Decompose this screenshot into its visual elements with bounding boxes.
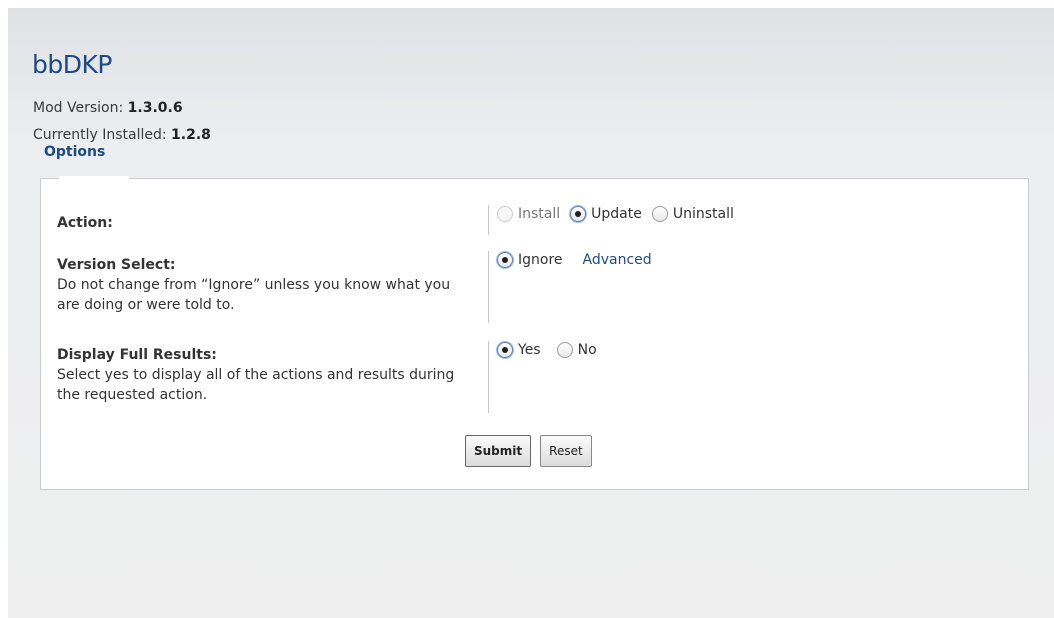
advanced-link[interactable]: Advanced	[583, 252, 652, 268]
installed-version: Currently Installed: 1.2.8	[33, 127, 211, 143]
update-label: Update	[591, 206, 642, 222]
action-option-uninstall[interactable]: Uninstall	[651, 206, 734, 222]
uninstall-radio[interactable]	[651, 206, 668, 222]
install-radio[interactable]	[497, 206, 513, 222]
tab-connector	[59, 176, 129, 180]
install-label: Install	[518, 206, 561, 222]
action-options: Install Update Uninstall	[497, 206, 744, 222]
mod-version-value: 1.3.0.6	[127, 100, 183, 116]
action-label: Action:	[57, 215, 113, 231]
divider	[488, 251, 489, 323]
full-results-help: Select yes to display all of the actions…	[57, 367, 455, 403]
version-select-label: Version Select:	[57, 257, 176, 273]
version-select-help: Do not change from “Ignore” unless you k…	[57, 277, 451, 313]
full-results-option-no[interactable]: No	[556, 342, 597, 358]
version-option-ignore[interactable]: Ignore	[497, 252, 563, 268]
mod-version: Mod Version: 1.3.0.6	[33, 100, 183, 116]
full-results-option-yes[interactable]: Yes	[497, 342, 541, 358]
divider	[488, 205, 489, 235]
ignore-radio[interactable]	[497, 252, 513, 268]
form-buttons: Submit Reset	[465, 435, 592, 467]
installed-version-label: Currently Installed:	[33, 127, 167, 143]
uninstall-label: Uninstall	[672, 206, 734, 222]
full-results-options: Yes No	[497, 342, 607, 358]
full-results-text: Display Full Results: Select yes to disp…	[57, 345, 477, 405]
tab-options[interactable]: Options	[44, 144, 105, 160]
yes-radio[interactable]	[497, 342, 513, 358]
no-radio[interactable]	[556, 342, 573, 358]
version-select-text: Version Select: Do not change from “Igno…	[57, 255, 477, 315]
yes-label: Yes	[518, 342, 541, 358]
reset-button[interactable]: Reset	[540, 435, 592, 467]
submit-button[interactable]: Submit	[465, 435, 532, 467]
mod-version-label: Mod Version:	[33, 100, 124, 116]
installed-version-value: 1.2.8	[171, 127, 211, 143]
full-results-label: Display Full Results:	[57, 347, 217, 363]
no-label: No	[577, 342, 597, 358]
options-form: Action: Install Update Uninstall Version…	[40, 178, 1029, 490]
page-title: bbDKP	[32, 50, 112, 79]
divider	[488, 341, 489, 413]
action-option-install[interactable]: Install	[497, 206, 560, 222]
update-radio[interactable]	[570, 206, 587, 222]
action-option-update[interactable]: Update	[570, 206, 642, 222]
ignore-label: Ignore	[518, 252, 563, 268]
version-select-options: Ignore Advanced	[497, 252, 652, 268]
